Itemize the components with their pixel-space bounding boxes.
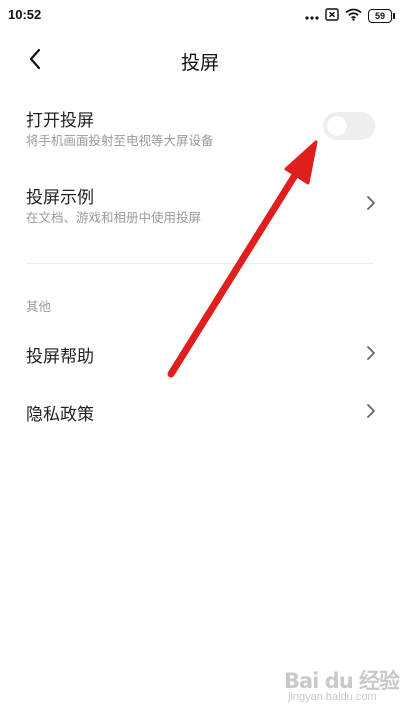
chevron-right-icon bbox=[364, 193, 378, 213]
toggle-knob bbox=[327, 116, 347, 136]
watermark: Bai du 经验 jingyan.baidu.com bbox=[284, 665, 400, 707]
cast-example-title: 投屏示例 bbox=[26, 188, 94, 208]
cast-toggle-switch[interactable] bbox=[323, 112, 375, 140]
cast-help-row[interactable]: 投屏帮助 bbox=[0, 332, 400, 376]
more-dots-icon bbox=[305, 6, 319, 25]
wifi-icon bbox=[345, 6, 362, 25]
privacy-policy-title: 隐私政策 bbox=[26, 405, 94, 425]
status-bar: 10:52 59 bbox=[0, 0, 400, 30]
battery-icon: 59 bbox=[368, 8, 395, 23]
privacy-policy-row[interactable]: 隐私政策 bbox=[0, 390, 400, 434]
page-title: 投屏 bbox=[180, 52, 219, 74]
status-time: 10:52 bbox=[8, 7, 42, 22]
chevron-right-icon bbox=[364, 401, 378, 421]
section-divider bbox=[26, 263, 374, 264]
header: 投屏 bbox=[0, 38, 400, 82]
cast-example-subtitle: 在文档、游戏和相册中使用投屏 bbox=[26, 210, 202, 225]
cast-toggle-subtitle: 将手机画面投射至电视等大屏设备 bbox=[26, 133, 214, 148]
section-label-other: 其他 bbox=[26, 299, 52, 314]
chevron-right-icon bbox=[364, 343, 378, 363]
status-icons: 59 bbox=[305, 6, 395, 25]
cast-example-row[interactable]: 投屏示例 在文档、游戏和相册中使用投屏 bbox=[0, 173, 400, 233]
cast-toggle-title: 打开投屏 bbox=[26, 111, 94, 131]
cast-help-title: 投屏帮助 bbox=[26, 347, 94, 367]
sim-x-icon bbox=[325, 6, 339, 25]
watermark-url: jingyan.baidu.com bbox=[288, 691, 377, 703]
